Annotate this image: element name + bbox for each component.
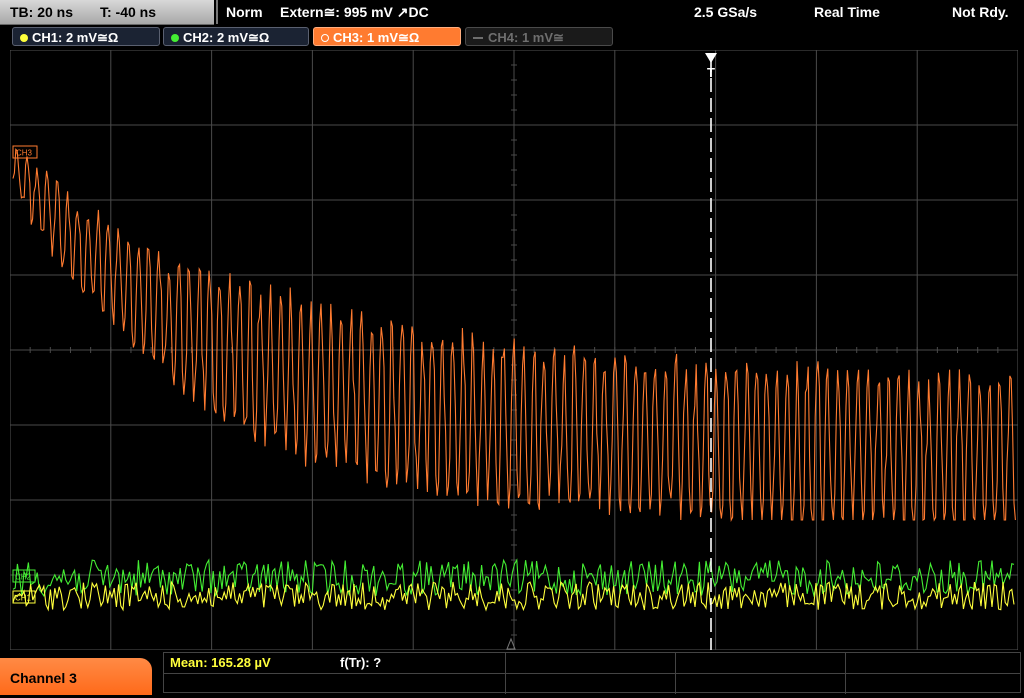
divider <box>505 653 506 694</box>
waveform-svg[interactable]: T CH3 CH2 CH1 <box>10 50 1018 650</box>
divider <box>216 0 218 24</box>
channel-4-off-icon <box>473 37 483 39</box>
ch1-marker-label: CH1 <box>15 594 32 603</box>
channel-2-label: CH2: 2 mV≅Ω <box>183 30 270 45</box>
channel-1-tab[interactable]: CH1: 2 mV≅Ω <box>12 27 160 46</box>
mean-measurement: Mean: 165.28 µV <box>170 655 271 670</box>
timebase-box[interactable]: TB: 20 ns T: -40 ns <box>0 0 214 25</box>
channel-1-dot-icon <box>20 34 28 42</box>
divider <box>845 653 846 694</box>
ch2-marker-label: CH2 <box>15 573 32 582</box>
channel-4-label: CH4: 1 mV≅ <box>488 30 564 45</box>
channel-tabs: CH1: 2 mV≅Ω CH2: 2 mV≅Ω CH3: 1 mV≅Ω CH4:… <box>0 26 1024 48</box>
acquisition-mode[interactable]: Real Time <box>814 0 880 24</box>
sample-rate[interactable]: 2.5 GSa/s <box>694 0 757 24</box>
timebase-label: TB: 20 ns <box>10 4 74 20</box>
trigger-mode[interactable]: Norm <box>226 0 263 24</box>
trigger-label: T <box>707 65 715 80</box>
channel-3-dot-icon <box>321 34 329 42</box>
top-status-bar: TB: 20 ns T: -40 ns Norm Extern≅: 995 mV… <box>0 0 1024 26</box>
trigger-time-label: T: -40 ns <box>100 4 157 20</box>
trigger-frequency-measurement: f(Tr): ? <box>340 655 382 670</box>
measurement-panel[interactable]: Mean: 165.28 µV f(Tr): ? <box>163 652 1021 694</box>
selected-channel-tab[interactable]: Channel 3 <box>0 658 152 695</box>
acquisition-status: Not Rdy. <box>952 4 1009 20</box>
channel-3-tab[interactable]: CH3: 1 mV≅Ω <box>313 27 461 46</box>
bottom-status: Channel 3 Mean: 165.28 µV f(Tr): ? <box>0 652 1024 695</box>
channel-4-tab[interactable]: CH4: 1 mV≅ <box>465 27 613 46</box>
channel-3-label: CH3: 1 mV≅Ω <box>333 30 420 45</box>
divider <box>164 673 1020 674</box>
channel-2-dot-icon <box>171 34 179 42</box>
divider <box>675 653 676 694</box>
channel-1-label: CH1: 2 mV≅Ω <box>32 30 119 45</box>
waveform-display[interactable]: T CH3 CH2 CH1 <box>10 50 1018 650</box>
trigger-source[interactable]: Extern≅: 995 mV ↗DC <box>280 0 429 24</box>
ch3-marker-label: CH3 <box>16 149 33 158</box>
channel-2-tab[interactable]: CH2: 2 mV≅Ω <box>163 27 309 46</box>
